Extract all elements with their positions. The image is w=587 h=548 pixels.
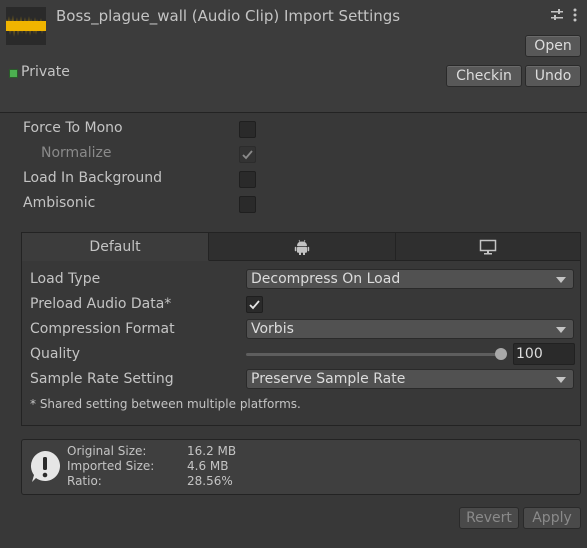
check-icon — [242, 150, 253, 160]
tab-default[interactable]: Default — [22, 233, 209, 261]
quality-slider-handle[interactable] — [495, 348, 507, 360]
check-icon — [249, 300, 260, 310]
normalize-checkbox[interactable] — [239, 146, 256, 163]
tab-android[interactable] — [209, 233, 396, 261]
quality-input[interactable]: 100 — [513, 343, 575, 365]
preload-audio-data-label: Preload Audio Data* — [30, 296, 172, 312]
page-title: Boss_plague_wall (Audio Clip) Import Set… — [56, 7, 401, 25]
platform-settings-panel: Default Load Type Decompress On Load Pre… — [21, 232, 581, 426]
tab-standalone[interactable] — [396, 233, 580, 261]
ambisonic-checkbox[interactable] — [239, 196, 256, 213]
tab-default-label: Default — [89, 239, 141, 255]
warning-info-icon — [30, 451, 61, 482]
sample-rate-setting-value: Preserve Sample Rate — [251, 371, 406, 387]
shared-setting-footnote: * Shared setting between multiple platfo… — [30, 397, 301, 411]
settings-sliders-icon[interactable] — [550, 8, 564, 22]
ambisonic-label: Ambisonic — [23, 195, 96, 211]
original-size-label: Original Size: — [67, 444, 147, 458]
audio-waveform-thumbnail — [6, 7, 46, 45]
ratio-label: Ratio: — [67, 474, 102, 488]
load-type-dropdown[interactable]: Decompress On Load — [246, 269, 574, 289]
force-to-mono-checkbox[interactable] — [239, 121, 256, 138]
apply-button[interactable]: Apply — [523, 507, 581, 529]
inspector-header: Boss_plague_wall (Audio Clip) Import Set… — [0, 0, 587, 112]
private-label: Private — [21, 64, 70, 80]
open-button[interactable]: Open — [525, 35, 581, 57]
quality-slider-track[interactable] — [246, 353, 502, 356]
undo-button[interactable]: Undo — [525, 65, 581, 87]
preload-audio-data-checkbox[interactable] — [246, 296, 263, 313]
revert-button[interactable]: Revert — [459, 507, 519, 529]
ratio-value: 28.56% — [187, 474, 233, 488]
header-divider — [0, 112, 587, 113]
load-type-value: Decompress On Load — [251, 271, 401, 287]
load-in-background-label: Load In Background — [23, 170, 163, 186]
chevron-down-icon — [556, 327, 566, 333]
load-type-label: Load Type — [30, 271, 101, 287]
original-size-value: 16.2 MB — [187, 444, 237, 458]
force-to-mono-label: Force To Mono — [23, 120, 123, 136]
imported-size-value: 4.6 MB — [187, 459, 229, 473]
compression-format-label: Compression Format — [30, 321, 175, 337]
android-icon — [294, 239, 310, 255]
compression-format-dropdown[interactable]: Vorbis — [246, 319, 574, 339]
kebab-menu-icon[interactable] — [571, 7, 579, 23]
chevron-down-icon — [556, 277, 566, 283]
chevron-down-icon — [556, 377, 566, 383]
compression-format-value: Vorbis — [251, 321, 294, 337]
imported-size-label: Imported Size: — [67, 459, 155, 473]
monitor-icon — [479, 239, 497, 255]
sample-rate-setting-dropdown[interactable]: Preserve Sample Rate — [246, 369, 574, 389]
normalize-label: Normalize — [41, 145, 112, 161]
sample-rate-setting-label: Sample Rate Setting — [30, 371, 174, 387]
quality-label: Quality — [30, 346, 81, 362]
checkin-button[interactable]: Checkin — [446, 65, 522, 87]
private-status-icon — [9, 69, 18, 78]
import-info-box: Original Size: 16.2 MB Imported Size: 4.… — [21, 439, 581, 495]
load-in-background-checkbox[interactable] — [239, 171, 256, 188]
